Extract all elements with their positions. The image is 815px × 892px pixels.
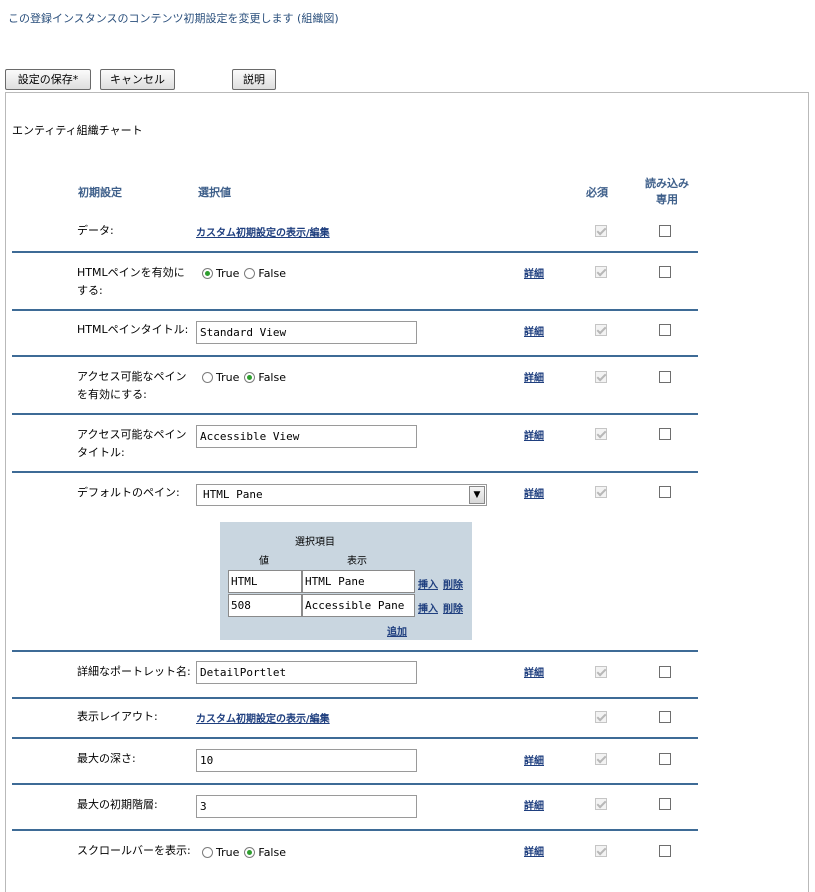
data-required-checkbox	[595, 225, 607, 237]
option-value-cell[interactable]: 508	[228, 594, 302, 617]
access-title-required-checkbox	[595, 428, 607, 440]
header-setting: 初期設定	[78, 186, 122, 199]
access-enable-true-radio[interactable]	[202, 372, 213, 383]
header-required: 必須	[586, 186, 608, 199]
divider	[12, 471, 698, 473]
max-levels-readonly-checkbox[interactable]	[659, 798, 671, 810]
default-pane-detail-link[interactable]: 詳細	[524, 485, 544, 500]
false-label: False	[258, 846, 286, 859]
access-enable-detail-link[interactable]: 詳細	[524, 369, 544, 384]
header-readonly: 読み込み 専用	[645, 177, 689, 206]
scrollbar-detail-link[interactable]: 詳細	[524, 843, 544, 858]
scrollbar-required-checkbox	[595, 845, 607, 857]
divider	[12, 355, 698, 357]
layout-label: 表示レイアウト:	[77, 710, 158, 723]
help-button[interactable]: 説明	[232, 69, 276, 90]
option-display-cell[interactable]: HTML Pane	[302, 570, 415, 593]
divider	[12, 309, 698, 311]
scrollbar-true-radio[interactable]	[202, 847, 213, 858]
html-enable-label: HTMLペインを有効にする:	[77, 266, 185, 297]
default-pane-selected-value: HTML Pane	[203, 488, 263, 501]
save-settings-button[interactable]: 設定の保存*	[5, 69, 91, 90]
divider	[12, 650, 698, 652]
max-depth-input[interactable]	[196, 749, 417, 772]
section-title: エンティティ組織チャート	[12, 124, 143, 137]
html-enable-readonly-checkbox[interactable]	[659, 266, 671, 278]
access-enable-radio-group: True False	[202, 371, 291, 384]
layout-custom-link[interactable]: カスタム初期設定の表示/編集	[196, 710, 330, 725]
max-levels-required-checkbox	[595, 798, 607, 810]
scrollbar-readonly-checkbox[interactable]	[659, 845, 671, 857]
default-pane-label: デフォルトのペイン:	[77, 486, 180, 499]
scrollbar-radio-group: True False	[202, 846, 291, 859]
insert-link[interactable]: 挿入	[418, 576, 438, 591]
access-enable-label: アクセス可能なペインを有効にする:	[77, 370, 187, 401]
true-label: True	[216, 267, 240, 280]
cancel-button[interactable]: キャンセル	[100, 69, 175, 90]
true-label: True	[216, 371, 240, 384]
delete-link[interactable]: 削除	[443, 600, 463, 615]
option-display-cell[interactable]: Accessible Pane	[302, 594, 415, 617]
scrollbar-label: スクロールバーを表示:	[77, 844, 191, 857]
max-levels-label: 最大の初期階層:	[77, 798, 158, 811]
access-title-readonly-checkbox[interactable]	[659, 428, 671, 440]
divider	[12, 413, 698, 415]
divider	[12, 251, 698, 253]
html-title-input[interactable]	[196, 321, 417, 344]
html-title-label: HTMLペインタイトル:	[77, 323, 189, 336]
html-title-detail-link[interactable]: 詳細	[524, 323, 544, 338]
detail-portlet-label: 詳細なポートレット名:	[77, 665, 191, 678]
layout-readonly-checkbox[interactable]	[659, 711, 671, 723]
max-levels-input[interactable]	[196, 795, 417, 818]
default-pane-required-checkbox	[595, 486, 607, 498]
html-enable-false-radio[interactable]	[244, 268, 256, 279]
max-depth-required-checkbox	[595, 753, 607, 765]
divider	[12, 737, 698, 739]
detail-portlet-detail-link[interactable]: 詳細	[524, 664, 544, 679]
false-label: False	[258, 267, 286, 280]
html-enable-required-checkbox	[595, 266, 607, 278]
access-title-input[interactable]	[196, 425, 417, 448]
access-title-detail-link[interactable]: 詳細	[524, 427, 544, 442]
max-depth-detail-link[interactable]: 詳細	[524, 752, 544, 767]
max-levels-detail-link[interactable]: 詳細	[524, 797, 544, 812]
option-value-cell[interactable]: HTML	[228, 570, 302, 593]
delete-link[interactable]: 削除	[443, 576, 463, 591]
col-value-header: 値	[259, 556, 269, 567]
divider	[12, 783, 698, 785]
scrollbar-false-radio[interactable]	[244, 847, 256, 858]
detail-portlet-required-checkbox	[595, 666, 607, 678]
insert-link[interactable]: 挿入	[418, 600, 438, 615]
access-enable-false-radio[interactable]	[244, 372, 256, 383]
page-title: この登録インスタンスのコンテンツ初期設定を変更します (組織図)	[8, 12, 339, 25]
layout-required-checkbox	[595, 711, 607, 723]
options-table-title: 選択項目	[295, 537, 335, 548]
detail-portlet-readonly-checkbox[interactable]	[659, 666, 671, 678]
max-depth-label: 最大の深さ:	[77, 752, 136, 765]
col-display-header: 表示	[347, 556, 367, 567]
false-label: False	[258, 371, 286, 384]
data-label: データ:	[77, 224, 114, 237]
options-table: 選択項目 値 表示 HTML HTML Pane 挿入 削除 508 Acces…	[220, 522, 472, 640]
header-value: 選択値	[198, 186, 231, 199]
default-pane-readonly-checkbox[interactable]	[659, 486, 671, 498]
default-pane-select[interactable]: HTML Pane ▼	[196, 484, 487, 506]
data-custom-link[interactable]: カスタム初期設定の表示/編集	[196, 224, 330, 239]
html-enable-detail-link[interactable]: 詳細	[524, 265, 544, 280]
true-label: True	[216, 846, 240, 859]
divider	[12, 697, 698, 699]
html-enable-radio-group: True False	[202, 267, 291, 280]
html-enable-true-radio[interactable]	[202, 268, 213, 279]
detail-portlet-input[interactable]	[196, 661, 417, 684]
max-depth-readonly-checkbox[interactable]	[659, 753, 671, 765]
access-enable-readonly-checkbox[interactable]	[659, 371, 671, 383]
access-title-label: アクセス可能なペインタイトル:	[77, 428, 187, 459]
divider	[12, 829, 698, 831]
html-title-required-checkbox	[595, 324, 607, 336]
data-readonly-checkbox[interactable]	[659, 225, 671, 237]
add-option-link[interactable]: 追加	[387, 623, 407, 638]
chevron-down-icon[interactable]: ▼	[469, 486, 485, 504]
html-title-readonly-checkbox[interactable]	[659, 324, 671, 336]
access-enable-required-checkbox	[595, 371, 607, 383]
